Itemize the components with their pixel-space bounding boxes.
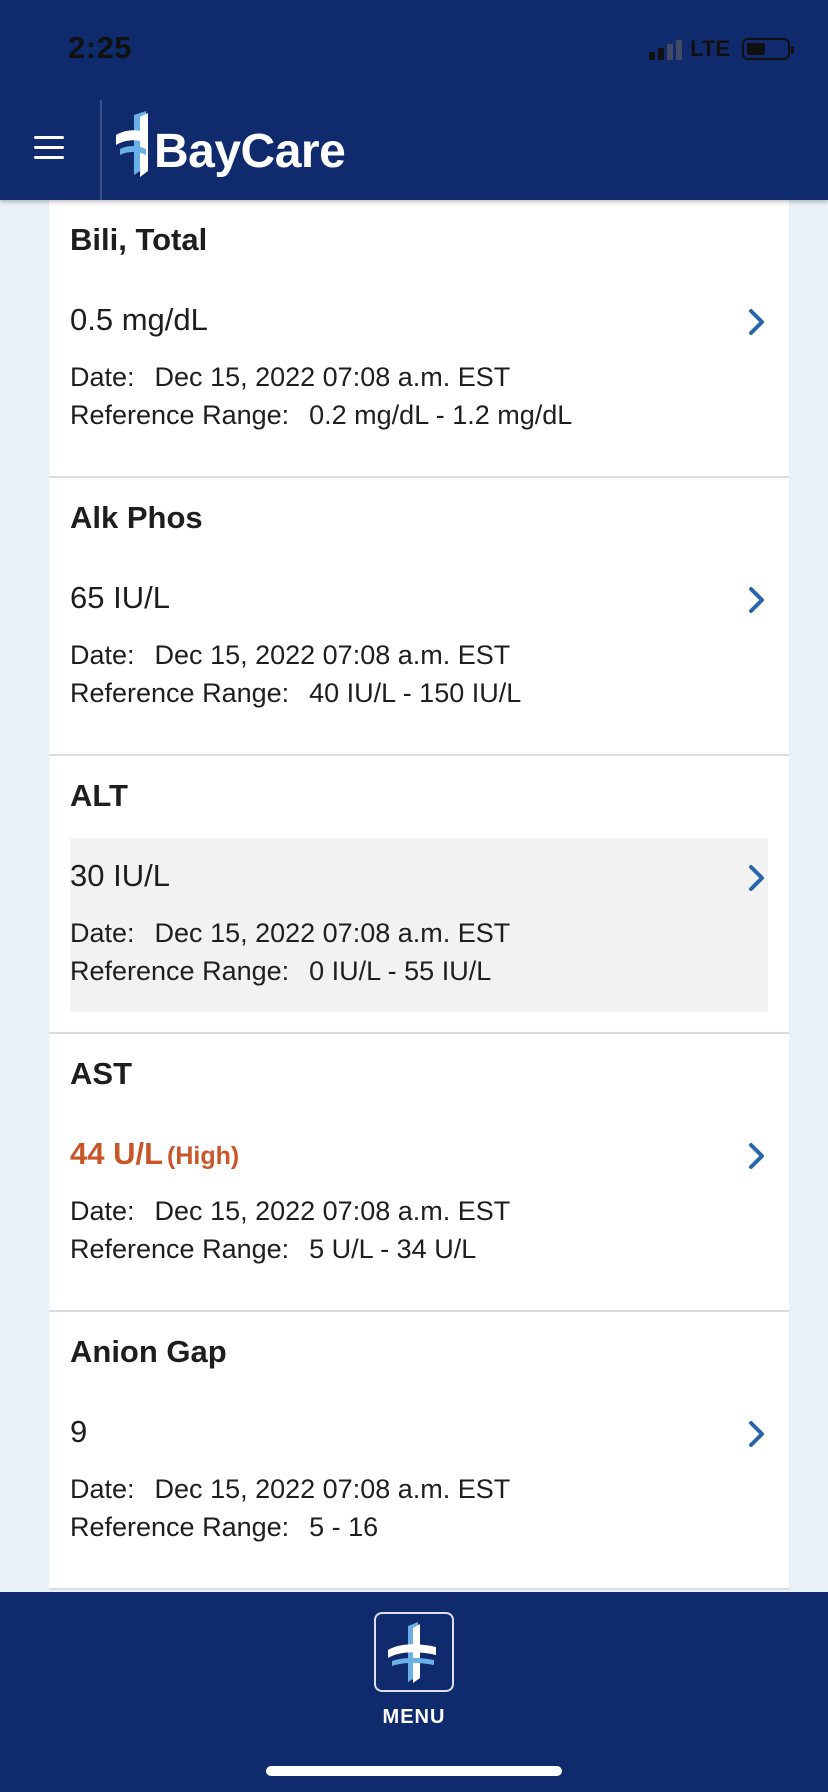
- result-date: Date: Dec 15, 2022 07:08 a.m. EST: [70, 918, 511, 948]
- app-header: 2:25 LTE BayCare: [0, 0, 828, 200]
- result-reference-range: Reference Range: 5 - 16: [70, 1512, 379, 1542]
- result-value: 0.5 mg/dL: [70, 302, 208, 337]
- brand-logo[interactable]: BayCare: [116, 108, 346, 179]
- network-label: LTE: [690, 36, 730, 61]
- result-name: AST: [70, 1056, 132, 1091]
- result-name: Alk Phos: [70, 500, 203, 535]
- result-detail[interactable]: 65 IU/L Date: Dec 15, 2022 07:08 a.m. EST…: [70, 560, 768, 734]
- menu-label[interactable]: MENU: [0, 1706, 828, 1729]
- chevron-right-icon[interactable]: [746, 1418, 768, 1450]
- battery-icon: [742, 38, 794, 60]
- chevron-right-icon[interactable]: [746, 584, 768, 616]
- chevron-right-icon[interactable]: [746, 1140, 768, 1172]
- result-name: ALT: [70, 778, 128, 813]
- result-reference-range: Reference Range: 5 U/L - 34 U/L: [70, 1234, 477, 1264]
- result-value: 30 IU/L: [70, 858, 170, 893]
- result-card-anion-gap[interactable]: Anion Gap 9 Date: Dec 15, 2022 07:08 a.m.…: [49, 1312, 789, 1590]
- chevron-right-icon[interactable]: [746, 862, 768, 894]
- signal-icon: [649, 38, 683, 60]
- baycare-cross-icon: [388, 1622, 436, 1683]
- result-card-alk-phos[interactable]: Alk Phos 65 IU/L Date: Dec 15, 2022 07:08…: [49, 478, 789, 756]
- chevron-right-icon[interactable]: [746, 306, 768, 338]
- header-divider: [100, 100, 102, 200]
- status-time: 2:25: [68, 30, 133, 65]
- result-detail[interactable]: 0.5 mg/dL Date: Dec 15, 2022 07:08 a.m. E…: [70, 282, 768, 456]
- result-reference-range: Reference Range: 40 IU/L - 150 IU/L: [70, 678, 522, 708]
- result-detail[interactable]: 44 U/L (High) Date: Dec 15, 2022 07:08 a.m…: [70, 1116, 768, 1290]
- result-date: Date: Dec 15, 2022 07:08 a.m. EST: [70, 1474, 511, 1504]
- result-reference-range: Reference Range: 0.2 mg/dL - 1.2 mg/dL: [70, 400, 573, 430]
- result-name: Bili, Total: [70, 222, 208, 257]
- brand-name: BayCare: [154, 125, 346, 178]
- result-date: Date: Dec 15, 2022 07:08 a.m. EST: [70, 640, 511, 670]
- result-card-ast[interactable]: AST 44 U/L (High) Date: Dec 15, 2022 07:08…: [49, 1034, 789, 1312]
- hamburger-icon[interactable]: [34, 136, 64, 160]
- lab-results-list: Bili, Total 0.5 mg/dL Date: Dec 15, 2022 …: [49, 200, 789, 1590]
- high-flag-badge: (High): [167, 1142, 240, 1170]
- bottom-nav-bar: MENU: [0, 1592, 828, 1792]
- result-detail[interactable]: 9 Date: Dec 15, 2022 07:08 a.m. EST Refer…: [70, 1394, 768, 1568]
- lab-results-content: Bili, Total 0.5 mg/dL Date: Dec 15, 2022 …: [0, 200, 828, 1592]
- result-value-high: 44 U/L (High): [70, 1136, 240, 1171]
- result-name: Anion Gap: [70, 1334, 227, 1369]
- result-date: Date: Dec 15, 2022 07:08 a.m. EST: [70, 1196, 511, 1226]
- result-date: Date: Dec 15, 2022 07:08 a.m. EST: [70, 362, 511, 392]
- result-card-alt[interactable]: ALT 30 IU/L Date: Dec 15, 2022 07:08 a.m.…: [49, 756, 789, 1034]
- result-detail-pressed[interactable]: 30 IU/L Date: Dec 15, 2022 07:08 a.m. EST…: [70, 838, 768, 1012]
- menu-button[interactable]: [374, 1612, 454, 1692]
- result-value: 9: [70, 1414, 88, 1449]
- result-card-bili-total[interactable]: Bili, Total 0.5 mg/dL Date: Dec 15, 2022 …: [49, 200, 789, 478]
- status-indicators: LTE: [649, 36, 794, 62]
- baycare-swoosh-icon: [116, 129, 146, 155]
- result-value: 65 IU/L: [70, 580, 170, 615]
- app-screen: 2:25 LTE BayCare Bili, Total 0.5 mg/dL D…: [0, 0, 828, 1792]
- home-indicator[interactable]: [266, 1766, 562, 1776]
- result-reference-range: Reference Range: 0 IU/L - 55 IU/L: [70, 956, 492, 986]
